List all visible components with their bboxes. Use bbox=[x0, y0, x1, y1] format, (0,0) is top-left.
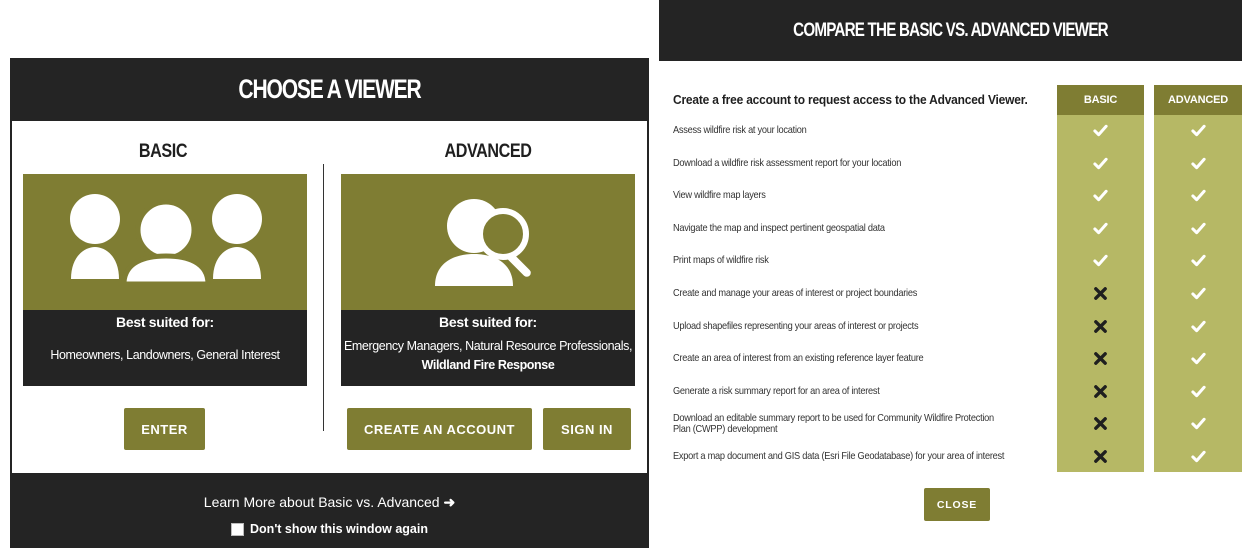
feature-label: Download an editable summary report to b… bbox=[673, 411, 994, 435]
cross-icon bbox=[1078, 440, 1122, 473]
user-search-icon bbox=[435, 199, 531, 286]
feature-label: Create and manage your areas of interest… bbox=[673, 287, 918, 299]
feature-label: Create an area of interest from an exist… bbox=[673, 352, 924, 365]
check-icon bbox=[1078, 179, 1122, 212]
basic-title: BASIC bbox=[138, 141, 188, 162]
feature-row: Export a map document and GIS data (Esri… bbox=[659, 440, 1242, 473]
basic-best-label: Best suited for: bbox=[116, 314, 214, 330]
feature-row: Create and manage your areas of interest… bbox=[659, 277, 1242, 310]
check-icon bbox=[1078, 114, 1122, 147]
feature-label: Export a map document and GIS data (Esri… bbox=[673, 450, 1005, 462]
sign-in-button[interactable]: SIGN IN bbox=[543, 408, 631, 450]
check-icon bbox=[1176, 244, 1220, 277]
arrow-right-icon: ➜ bbox=[443, 494, 456, 510]
check-icon bbox=[1176, 114, 1220, 147]
advanced-card: Best suited for: Emergency Managers, Nat… bbox=[341, 174, 635, 386]
feature-row: Create an area of interest from an exist… bbox=[659, 342, 1242, 375]
advanced-title: ADVANCED bbox=[444, 141, 532, 162]
dont-show-row: Don't show this window again bbox=[0, 522, 659, 536]
check-icon bbox=[1176, 179, 1220, 212]
basic-audience: Homeowners, Landowners, General Interest bbox=[50, 348, 280, 362]
basic-card: Best suited for: Homeowners, Landowners,… bbox=[23, 174, 307, 386]
cross-icon bbox=[1078, 277, 1122, 310]
dont-show-checkbox[interactable] bbox=[231, 522, 245, 536]
feature-label: View wildfire map layers bbox=[673, 189, 766, 202]
feature-label: Navigate the map and inspect pertinent g… bbox=[673, 221, 885, 234]
feature-label: Print maps of wildfire risk bbox=[673, 254, 769, 267]
compare-dialog: COMPARE THE BASIC VS. ADVANCED VIEWER BA… bbox=[659, 0, 1242, 548]
feature-label: Download a wildfire risk assessment repo… bbox=[673, 156, 902, 169]
advanced-audience-line2: Wildland Fire Response bbox=[421, 358, 555, 372]
advanced-audience-line1: Emergency Managers, Natural Resource Pro… bbox=[343, 339, 633, 353]
close-button[interactable]: CLOSE bbox=[924, 488, 990, 521]
cross-icon bbox=[1078, 407, 1122, 440]
feature-label: Upload shapefiles representing your area… bbox=[673, 319, 919, 332]
dialog-title: CHOOSE A VIEWER bbox=[238, 74, 421, 104]
basic-card-image bbox=[23, 174, 307, 310]
learn-more-link[interactable]: Learn More about Basic vs. Advanced ➜ bbox=[0, 494, 659, 511]
check-icon bbox=[1176, 212, 1220, 245]
compare-heading: Create a free account to request access … bbox=[673, 92, 1028, 107]
check-icon bbox=[1078, 212, 1122, 245]
feature-row: Upload shapefiles representing your area… bbox=[659, 310, 1242, 343]
advanced-best-label: Best suited for: bbox=[439, 314, 537, 330]
compare-header: COMPARE THE BASIC VS. ADVANCED VIEWER bbox=[659, 0, 1242, 61]
check-icon bbox=[1176, 440, 1220, 473]
check-icon bbox=[1176, 310, 1220, 343]
feature-row: View wildfire map layers bbox=[659, 179, 1242, 212]
feature-label: Assess wildfire risk at your location bbox=[673, 124, 807, 136]
basic-column-header: BASIC bbox=[1057, 85, 1144, 115]
check-icon bbox=[1176, 407, 1220, 440]
dont-show-label: Don't show this window again bbox=[250, 522, 428, 536]
check-icon bbox=[1078, 244, 1122, 277]
check-icon bbox=[1078, 147, 1122, 180]
cross-icon bbox=[1078, 342, 1122, 375]
advanced-column-header: ADVANCED bbox=[1154, 85, 1242, 115]
feature-row: Generate a risk summary report for an ar… bbox=[659, 375, 1242, 408]
learn-more-label: Learn More about Basic vs. Advanced bbox=[203, 494, 440, 510]
feature-row: Assess wildfire risk at your location bbox=[659, 114, 1242, 147]
check-icon bbox=[1176, 147, 1220, 180]
column-divider bbox=[323, 164, 324, 431]
advanced-card-image bbox=[341, 174, 635, 310]
compare-title: COMPARE THE BASIC VS. ADVANCED VIEWER bbox=[793, 19, 1108, 41]
check-icon bbox=[1176, 375, 1220, 408]
feature-row: Download a wildfire risk assessment repo… bbox=[659, 147, 1242, 180]
enter-button[interactable]: ENTER bbox=[124, 408, 205, 450]
feature-row: Print maps of wildfire risk bbox=[659, 244, 1242, 277]
check-icon bbox=[1176, 277, 1220, 310]
users-group-icon bbox=[70, 194, 262, 287]
create-account-button[interactable]: CREATE AN ACCOUNT bbox=[347, 408, 532, 450]
feature-row: Navigate the map and inspect pertinent g… bbox=[659, 212, 1242, 245]
feature-row: Download an editable summary report to b… bbox=[659, 407, 1242, 440]
check-icon bbox=[1176, 342, 1220, 375]
cross-icon bbox=[1078, 375, 1122, 408]
feature-label: Generate a risk summary report for an ar… bbox=[673, 384, 880, 397]
cross-icon bbox=[1078, 310, 1122, 343]
